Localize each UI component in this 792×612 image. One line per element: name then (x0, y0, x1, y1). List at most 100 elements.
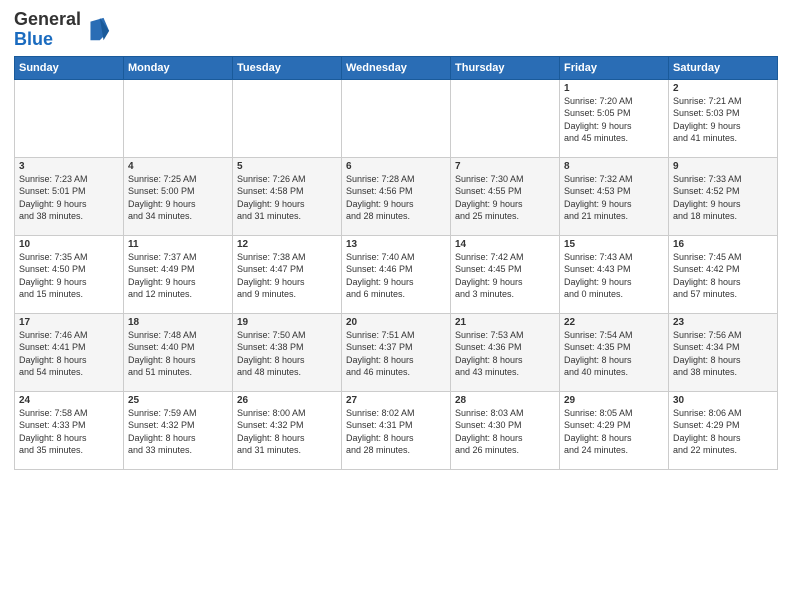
day-info: Sunrise: 7:25 AM Sunset: 5:00 PM Dayligh… (128, 173, 228, 223)
calendar-cell: 8Sunrise: 7:32 AM Sunset: 4:53 PM Daylig… (560, 157, 669, 235)
calendar-cell: 17Sunrise: 7:46 AM Sunset: 4:41 PM Dayli… (15, 313, 124, 391)
calendar-cell: 16Sunrise: 7:45 AM Sunset: 4:42 PM Dayli… (669, 235, 778, 313)
day-info: Sunrise: 8:05 AM Sunset: 4:29 PM Dayligh… (564, 407, 664, 457)
calendar-day-header: Monday (124, 56, 233, 79)
calendar-day-header: Saturday (669, 56, 778, 79)
calendar-cell: 30Sunrise: 8:06 AM Sunset: 4:29 PM Dayli… (669, 391, 778, 469)
day-number: 16 (673, 239, 773, 250)
logo-general: General (14, 9, 81, 29)
day-info: Sunrise: 7:26 AM Sunset: 4:58 PM Dayligh… (237, 173, 337, 223)
day-number: 21 (455, 317, 555, 328)
day-number: 27 (346, 395, 446, 406)
calendar-header-row: SundayMondayTuesdayWednesdayThursdayFrid… (15, 56, 778, 79)
calendar-cell: 24Sunrise: 7:58 AM Sunset: 4:33 PM Dayli… (15, 391, 124, 469)
day-info: Sunrise: 7:30 AM Sunset: 4:55 PM Dayligh… (455, 173, 555, 223)
day-info: Sunrise: 8:06 AM Sunset: 4:29 PM Dayligh… (673, 407, 773, 457)
day-number: 20 (346, 317, 446, 328)
day-number: 22 (564, 317, 664, 328)
day-info: Sunrise: 7:38 AM Sunset: 4:47 PM Dayligh… (237, 251, 337, 301)
logo: General Blue (14, 10, 111, 50)
calendar-cell: 5Sunrise: 7:26 AM Sunset: 4:58 PM Daylig… (233, 157, 342, 235)
calendar-cell: 4Sunrise: 7:25 AM Sunset: 5:00 PM Daylig… (124, 157, 233, 235)
day-number: 12 (237, 239, 337, 250)
day-number: 15 (564, 239, 664, 250)
day-info: Sunrise: 7:35 AM Sunset: 4:50 PM Dayligh… (19, 251, 119, 301)
calendar-week-row: 17Sunrise: 7:46 AM Sunset: 4:41 PM Dayli… (15, 313, 778, 391)
day-number: 19 (237, 317, 337, 328)
day-number: 10 (19, 239, 119, 250)
calendar-cell: 14Sunrise: 7:42 AM Sunset: 4:45 PM Dayli… (451, 235, 560, 313)
day-number: 26 (237, 395, 337, 406)
day-info: Sunrise: 7:48 AM Sunset: 4:40 PM Dayligh… (128, 329, 228, 379)
day-info: Sunrise: 7:45 AM Sunset: 4:42 PM Dayligh… (673, 251, 773, 301)
day-info: Sunrise: 7:46 AM Sunset: 4:41 PM Dayligh… (19, 329, 119, 379)
calendar-week-row: 10Sunrise: 7:35 AM Sunset: 4:50 PM Dayli… (15, 235, 778, 313)
calendar-cell: 10Sunrise: 7:35 AM Sunset: 4:50 PM Dayli… (15, 235, 124, 313)
day-number: 23 (673, 317, 773, 328)
day-number: 11 (128, 239, 228, 250)
day-info: Sunrise: 7:21 AM Sunset: 5:03 PM Dayligh… (673, 95, 773, 145)
calendar-cell (233, 79, 342, 157)
calendar-week-row: 1Sunrise: 7:20 AM Sunset: 5:05 PM Daylig… (15, 79, 778, 157)
day-info: Sunrise: 7:28 AM Sunset: 4:56 PM Dayligh… (346, 173, 446, 223)
day-info: Sunrise: 7:32 AM Sunset: 4:53 PM Dayligh… (564, 173, 664, 223)
day-number: 18 (128, 317, 228, 328)
day-number: 8 (564, 161, 664, 172)
calendar-cell: 7Sunrise: 7:30 AM Sunset: 4:55 PM Daylig… (451, 157, 560, 235)
calendar-cell: 23Sunrise: 7:56 AM Sunset: 4:34 PM Dayli… (669, 313, 778, 391)
calendar-cell (451, 79, 560, 157)
page-header: General Blue (14, 10, 778, 50)
day-number: 9 (673, 161, 773, 172)
calendar-cell: 15Sunrise: 7:43 AM Sunset: 4:43 PM Dayli… (560, 235, 669, 313)
day-info: Sunrise: 7:20 AM Sunset: 5:05 PM Dayligh… (564, 95, 664, 145)
day-info: Sunrise: 7:58 AM Sunset: 4:33 PM Dayligh… (19, 407, 119, 457)
day-number: 29 (564, 395, 664, 406)
day-number: 25 (128, 395, 228, 406)
calendar-cell: 3Sunrise: 7:23 AM Sunset: 5:01 PM Daylig… (15, 157, 124, 235)
day-info: Sunrise: 7:40 AM Sunset: 4:46 PM Dayligh… (346, 251, 446, 301)
day-info: Sunrise: 7:54 AM Sunset: 4:35 PM Dayligh… (564, 329, 664, 379)
day-number: 14 (455, 239, 555, 250)
day-info: Sunrise: 7:42 AM Sunset: 4:45 PM Dayligh… (455, 251, 555, 301)
calendar-cell: 22Sunrise: 7:54 AM Sunset: 4:35 PM Dayli… (560, 313, 669, 391)
day-info: Sunrise: 7:51 AM Sunset: 4:37 PM Dayligh… (346, 329, 446, 379)
calendar: SundayMondayTuesdayWednesdayThursdayFrid… (14, 56, 778, 470)
calendar-cell: 28Sunrise: 8:03 AM Sunset: 4:30 PM Dayli… (451, 391, 560, 469)
calendar-cell: 19Sunrise: 7:50 AM Sunset: 4:38 PM Dayli… (233, 313, 342, 391)
calendar-cell: 26Sunrise: 8:00 AM Sunset: 4:32 PM Dayli… (233, 391, 342, 469)
day-number: 6 (346, 161, 446, 172)
day-info: Sunrise: 8:03 AM Sunset: 4:30 PM Dayligh… (455, 407, 555, 457)
day-number: 1 (564, 83, 664, 94)
day-info: Sunrise: 7:33 AM Sunset: 4:52 PM Dayligh… (673, 173, 773, 223)
calendar-week-row: 24Sunrise: 7:58 AM Sunset: 4:33 PM Dayli… (15, 391, 778, 469)
calendar-week-row: 3Sunrise: 7:23 AM Sunset: 5:01 PM Daylig… (15, 157, 778, 235)
day-number: 2 (673, 83, 773, 94)
day-number: 3 (19, 161, 119, 172)
calendar-day-header: Tuesday (233, 56, 342, 79)
calendar-day-header: Friday (560, 56, 669, 79)
day-info: Sunrise: 7:50 AM Sunset: 4:38 PM Dayligh… (237, 329, 337, 379)
day-number: 17 (19, 317, 119, 328)
calendar-cell (15, 79, 124, 157)
calendar-cell (124, 79, 233, 157)
calendar-cell: 9Sunrise: 7:33 AM Sunset: 4:52 PM Daylig… (669, 157, 778, 235)
calendar-cell: 11Sunrise: 7:37 AM Sunset: 4:49 PM Dayli… (124, 235, 233, 313)
day-info: Sunrise: 7:23 AM Sunset: 5:01 PM Dayligh… (19, 173, 119, 223)
day-number: 4 (128, 161, 228, 172)
calendar-cell: 20Sunrise: 7:51 AM Sunset: 4:37 PM Dayli… (342, 313, 451, 391)
day-number: 28 (455, 395, 555, 406)
logo-icon (83, 16, 111, 44)
day-number: 24 (19, 395, 119, 406)
calendar-cell: 13Sunrise: 7:40 AM Sunset: 4:46 PM Dayli… (342, 235, 451, 313)
calendar-cell: 27Sunrise: 8:02 AM Sunset: 4:31 PM Dayli… (342, 391, 451, 469)
calendar-cell: 29Sunrise: 8:05 AM Sunset: 4:29 PM Dayli… (560, 391, 669, 469)
day-info: Sunrise: 7:56 AM Sunset: 4:34 PM Dayligh… (673, 329, 773, 379)
calendar-cell: 2Sunrise: 7:21 AM Sunset: 5:03 PM Daylig… (669, 79, 778, 157)
calendar-cell: 12Sunrise: 7:38 AM Sunset: 4:47 PM Dayli… (233, 235, 342, 313)
calendar-day-header: Sunday (15, 56, 124, 79)
calendar-day-header: Wednesday (342, 56, 451, 79)
calendar-cell: 1Sunrise: 7:20 AM Sunset: 5:05 PM Daylig… (560, 79, 669, 157)
day-number: 30 (673, 395, 773, 406)
day-info: Sunrise: 8:02 AM Sunset: 4:31 PM Dayligh… (346, 407, 446, 457)
calendar-day-header: Thursday (451, 56, 560, 79)
